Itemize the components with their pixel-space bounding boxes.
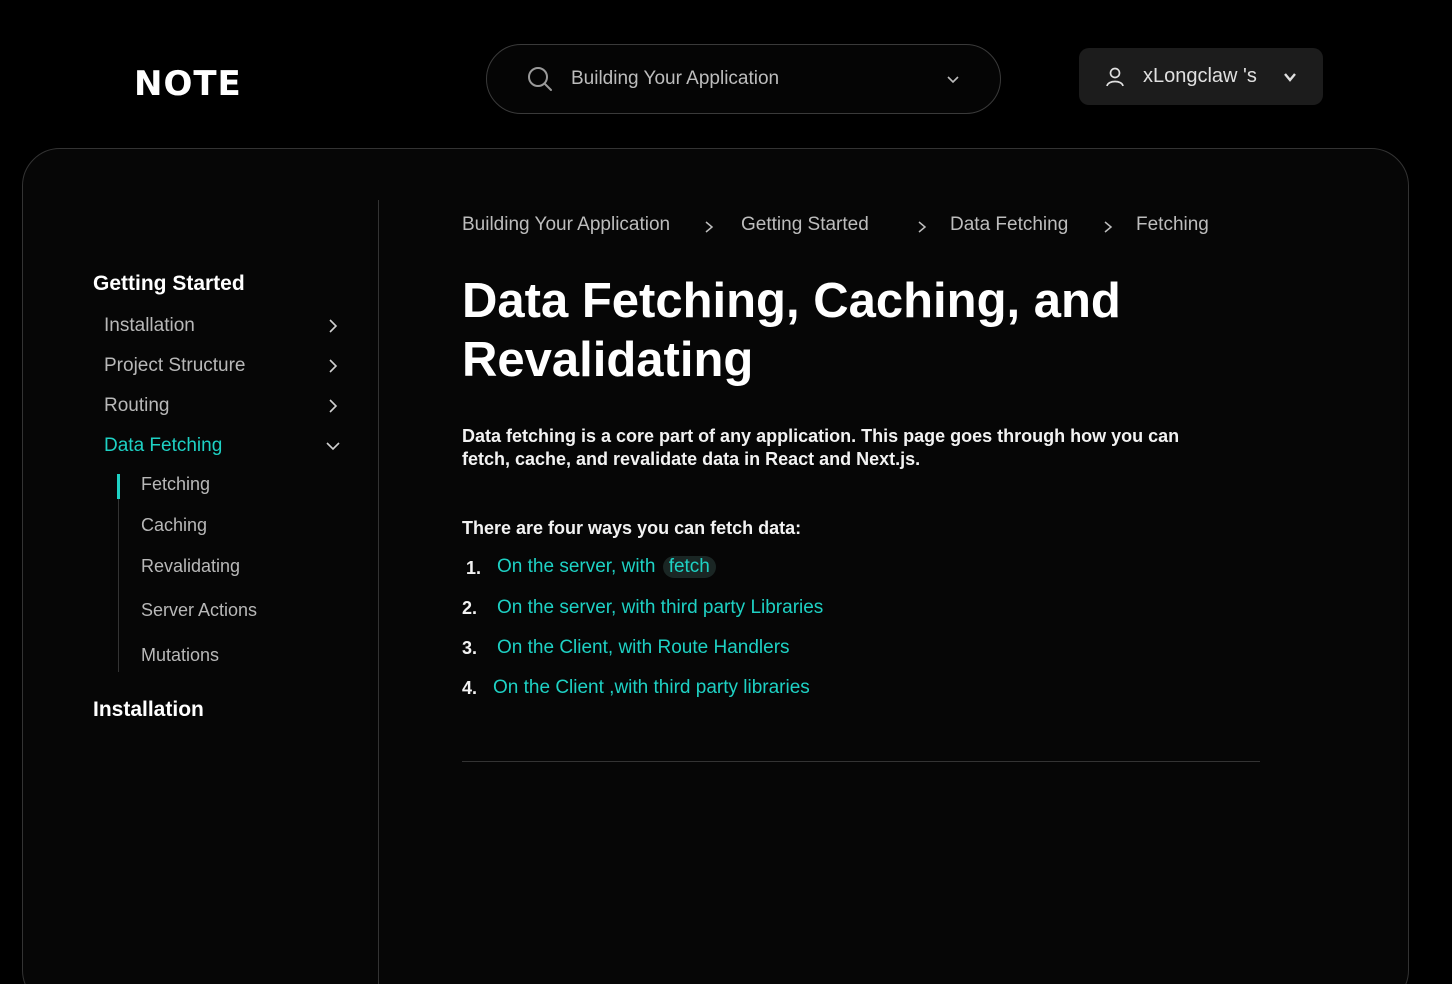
chevron-right-icon xyxy=(326,399,340,413)
sidebar-item-label: Routing xyxy=(104,395,170,416)
content-divider xyxy=(462,761,1260,762)
list-link-text: On the server, with xyxy=(497,556,656,577)
page-title: Data Fetching, Caching, and Revalidating xyxy=(462,272,1262,390)
list-link-client-third-party[interactable]: On the Client ,with third party librarie… xyxy=(493,677,810,699)
sidebar-item-project-structure[interactable]: Project Structure xyxy=(104,351,344,381)
sidebar-subitem-caching[interactable]: Caching xyxy=(141,515,207,536)
chevron-right-icon xyxy=(916,221,928,233)
list-number: 4. xyxy=(462,678,478,698)
sidebar-item-label: Project Structure xyxy=(104,355,246,376)
intro-paragraph: Data fetching is a core part of any appl… xyxy=(462,425,1252,471)
sidebar-item-data-fetching[interactable]: Data Fetching xyxy=(104,431,344,461)
chevron-down-icon[interactable] xyxy=(946,72,960,86)
sidebar-item-installation[interactable]: Installation xyxy=(104,311,344,341)
sidebar-item-label: Data Fetching xyxy=(104,435,223,456)
inline-code: fetch xyxy=(662,556,716,578)
chevron-right-icon xyxy=(326,359,340,373)
submenu-guide-line xyxy=(118,474,119,672)
page-title-line: Data Fetching, Caching, and xyxy=(462,274,1121,328)
user-icon xyxy=(1105,67,1125,87)
search-value[interactable]: Building Your Application xyxy=(571,68,946,90)
sidebar-item-label: Installation xyxy=(104,315,195,336)
chevron-right-icon xyxy=(1102,221,1114,233)
list-number: 2. xyxy=(462,598,478,618)
submenu-active-indicator xyxy=(117,474,120,499)
sidebar-item-routing[interactable]: Routing xyxy=(104,391,344,421)
page-title-line: Revalidating xyxy=(462,333,754,387)
sidebar-section-installation[interactable]: Installation xyxy=(93,698,204,722)
sidebar-divider xyxy=(378,200,379,984)
sidebar-subitem-fetching[interactable]: Fetching xyxy=(141,474,210,495)
user-menu-button[interactable]: xLongclaw 's xyxy=(1079,48,1323,105)
sidebar-subitem-server-actions[interactable]: Server Actions xyxy=(141,600,257,621)
user-name: xLongclaw 's xyxy=(1143,65,1257,87)
list-link-server-fetch[interactable]: On the server, with fetch xyxy=(497,556,716,578)
breadcrumb-item[interactable]: Getting Started xyxy=(741,214,869,236)
sidebar-section-getting-started[interactable]: Getting Started xyxy=(93,272,245,296)
app-logo[interactable]: NOTE xyxy=(134,64,242,104)
breadcrumb-item-current[interactable]: Fetching xyxy=(1136,214,1209,236)
breadcrumb-item[interactable]: Data Fetching xyxy=(950,214,1068,236)
chevron-right-icon xyxy=(703,221,715,233)
search-icon xyxy=(527,66,553,92)
breadcrumb-item[interactable]: Building Your Application xyxy=(462,214,670,236)
chevron-down-icon[interactable] xyxy=(1283,70,1297,84)
sidebar-subitem-mutations[interactable]: Mutations xyxy=(141,645,219,666)
list-link-server-third-party[interactable]: On the server, with third party Librarie… xyxy=(497,597,823,619)
ways-heading: There are four ways you can fetch data: xyxy=(462,518,802,538)
sidebar-subitem-revalidating[interactable]: Revalidating xyxy=(141,556,240,577)
chevron-down-icon xyxy=(326,439,340,453)
list-number: 3. xyxy=(462,638,478,658)
list-number: 1. xyxy=(466,558,482,578)
search-bar[interactable]: Building Your Application xyxy=(486,44,1001,114)
list-link-client-route-handlers[interactable]: On the Client, with Route Handlers xyxy=(497,637,790,659)
chevron-right-icon xyxy=(326,319,340,333)
intro-line: fetch, cache, and revalidate data in Rea… xyxy=(462,449,921,469)
intro-line: Data fetching is a core part of any appl… xyxy=(462,426,1180,446)
